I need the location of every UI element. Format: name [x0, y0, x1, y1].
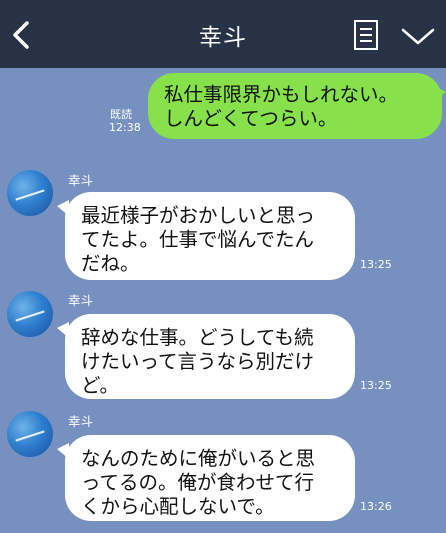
incoming-message-bubble[interactable]: 最近様子がおかしいと思っ てたよ。仕事で悩んでたん だね。	[65, 192, 355, 280]
message-line: くから心配しないで。	[81, 495, 275, 518]
message-timestamp: 13:26	[360, 500, 392, 513]
message-line: けたいって言うなら別だけ	[81, 350, 315, 373]
incoming-message-bubble[interactable]: なんのために俺がいると思 ってるの。俺が食わせて行 くから心配しないで。	[65, 435, 355, 521]
message-timestamp: 13:25	[360, 258, 392, 271]
avatar[interactable]	[7, 411, 53, 457]
bubble-tail	[434, 86, 446, 102]
message-timestamp: 12:38	[109, 121, 141, 134]
sender-name: 幸斗	[68, 414, 94, 429]
message-line: なんのために俺がいると思	[81, 447, 316, 470]
notes-icon	[354, 20, 378, 50]
sender-name: 幸斗	[68, 173, 94, 188]
message-line: ど。	[81, 374, 120, 397]
chat-area[interactable]: 私仕事限界かもしれない。 しんどくてつらい。 既読 12:38 幸斗 最近様子が…	[0, 68, 446, 533]
message-line: ってるの。俺が食わせて行	[81, 471, 315, 494]
message-line: 辞めな仕事。どうしても続	[81, 326, 314, 349]
bubble-tail	[57, 322, 69, 338]
bubble-tail	[57, 443, 69, 459]
chevron-down-icon	[401, 28, 435, 45]
message-line: 私仕事限界かもしれない。	[164, 83, 399, 106]
message-timestamp: 13:25	[360, 379, 392, 392]
message-line: 最近様子がおかしいと思っ	[81, 204, 316, 227]
message-line: てたよ。仕事で悩んでたん	[81, 228, 315, 251]
outgoing-message-bubble[interactable]: 私仕事限界かもしれない。 しんどくてつらい。	[148, 73, 442, 139]
notes-button[interactable]	[352, 18, 382, 52]
incoming-message-bubble[interactable]: 辞めな仕事。どうしても続 けたいって言うなら別だけ ど。	[65, 314, 355, 399]
chat-header: 幸斗	[0, 0, 446, 68]
avatar[interactable]	[7, 291, 53, 337]
avatar[interactable]	[7, 170, 53, 216]
sender-name: 幸斗	[68, 293, 94, 308]
read-receipt: 既読	[110, 108, 132, 121]
message-line: だね。	[81, 252, 140, 275]
message-line: しんどくてつらい。	[164, 107, 338, 130]
menu-button[interactable]	[400, 26, 436, 46]
bubble-tail	[57, 200, 69, 216]
